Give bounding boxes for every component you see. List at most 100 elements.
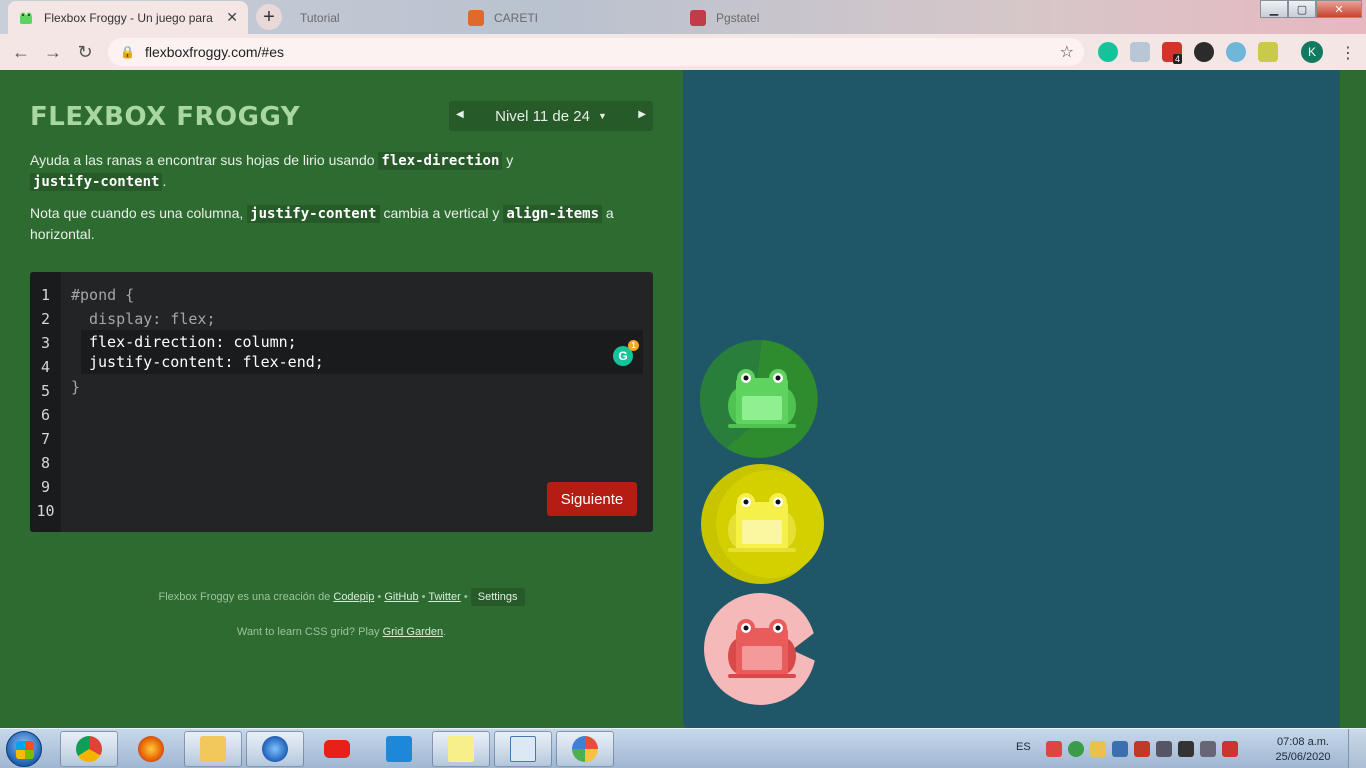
tab-title: Flexbox Froggy - Un juego para a	[44, 10, 214, 25]
close-tab-icon[interactable]: ✕	[226, 9, 238, 26]
address-bar[interactable]: 🔒 flexboxfroggy.com/#es ☆	[108, 38, 1084, 66]
code-line: display: flex;	[71, 310, 216, 328]
tab-flexbox-froggy[interactable]: Flexbox Froggy - Un juego para a ✕	[8, 1, 248, 34]
start-button[interactable]	[6, 731, 42, 767]
youtube-taskbar-button[interactable]	[308, 731, 366, 767]
clock-time: 07:08 a.m.	[1277, 736, 1329, 748]
instruction-paragraph-1: Ayuda a las ranas a encontrar sus hojas …	[30, 150, 650, 192]
credits-footer: Flexbox Froggy es una creación de Codepi…	[0, 588, 683, 606]
grammarly-count-badge: 1	[628, 340, 639, 351]
grammarly-extension-icon[interactable]	[1098, 42, 1118, 62]
chrome-taskbar-button[interactable]	[60, 731, 118, 767]
paint-taskbar-button[interactable]	[556, 731, 614, 767]
system-clock[interactable]: 07:08 a.m. 25/06/2020	[1270, 735, 1336, 765]
separator: •	[421, 591, 426, 603]
tray-chrome-icon[interactable]	[1068, 741, 1084, 757]
tab-pgstatel[interactable]: Pgstatel	[680, 1, 890, 34]
code-input-line[interactable]: flex-direction: column;	[89, 333, 297, 351]
action-center-icon[interactable]	[1222, 741, 1238, 757]
browser-tab-strip: Flexbox Froggy - Un juego para a ✕ + Tut…	[0, 0, 1366, 34]
promo-text: .	[443, 626, 447, 638]
line-number: 2	[40, 310, 51, 328]
twitter-link[interactable]: Twitter	[428, 591, 460, 603]
forward-arrow-icon[interactable]: →	[38, 37, 68, 67]
level-selector[interactable]: ◀ Nivel 11 de 24 ▼ ▶	[449, 101, 653, 131]
reload-icon[interactable]: ↻	[70, 37, 100, 67]
line-number: 5	[40, 382, 51, 400]
pond-border	[1340, 70, 1366, 728]
firefox-taskbar-button[interactable]	[122, 731, 180, 767]
frog-favicon-icon	[20, 12, 32, 24]
tray-network-icon[interactable]	[1112, 741, 1128, 757]
tab-careti[interactable]: CARETI	[458, 1, 668, 34]
code-term: flex-direction	[378, 152, 503, 170]
clock-date: 25/06/2020	[1275, 751, 1331, 763]
line-number-gutter: 1 2 3 4 5 6 7 8 9 10	[30, 272, 61, 532]
minimize-button[interactable]: ▁	[1260, 0, 1288, 18]
grammarly-icon[interactable]: G 1	[613, 340, 639, 366]
vscode-taskbar-button[interactable]	[370, 731, 428, 767]
yellow-frog	[728, 493, 796, 552]
new-tab-button[interactable]: +	[256, 4, 282, 30]
explorer-taskbar-button[interactable]	[184, 731, 242, 767]
browser-menu-icon[interactable]: ⋮	[1340, 43, 1356, 63]
grammarly-letter: G	[618, 349, 628, 363]
next-level-icon[interactable]: ▶	[638, 109, 646, 120]
line-number: 9	[40, 478, 51, 496]
green-frog	[728, 369, 796, 428]
promo-text: Want to learn CSS grid? Play	[236, 626, 380, 638]
folder-icon	[200, 736, 226, 762]
windows-logo-icon	[16, 741, 34, 759]
code-input[interactable]: flex-direction: column; justify-content:…	[81, 330, 643, 374]
eye-extension-icon[interactable]	[1226, 42, 1246, 62]
extension-icon[interactable]	[1258, 42, 1278, 62]
code-term: justify-content	[30, 173, 163, 191]
grid-garden-promo: Want to learn CSS grid? Play Grid Garden…	[0, 626, 683, 638]
next-level-button[interactable]: Siguiente	[547, 482, 637, 516]
paint-palette-icon	[572, 736, 598, 762]
instruction-text: Nota que cuando es una columna,	[30, 205, 248, 221]
close-window-button[interactable]: ✕	[1316, 0, 1362, 18]
code-line: #pond {	[71, 286, 135, 304]
speaker-icon[interactable]	[1200, 741, 1216, 757]
url-text: flexboxfroggy.com/#es	[144, 44, 284, 60]
line-number: 7	[40, 430, 51, 448]
maximize-button[interactable]: ▢	[1288, 0, 1316, 18]
code-term: justify-content	[247, 205, 380, 223]
tray-folder-icon[interactable]	[1090, 741, 1106, 757]
level-label[interactable]: Nivel 11 de 24	[495, 108, 590, 125]
chrome-icon	[76, 736, 102, 762]
signal-bars-icon[interactable]	[1156, 741, 1172, 757]
wordpad-taskbar-button[interactable]	[494, 731, 552, 767]
prev-level-icon[interactable]: ◀	[456, 109, 464, 120]
grid-garden-link[interactable]: Grid Garden	[383, 626, 444, 638]
notes-taskbar-button[interactable]	[432, 731, 490, 767]
bookmark-star-icon[interactable]: ☆	[1060, 42, 1074, 62]
window-controls: ▁ ▢ ✕	[1260, 0, 1362, 18]
code-line: }	[71, 378, 81, 396]
tray-app-icon[interactable]	[1178, 741, 1194, 757]
extension-icon[interactable]	[1130, 42, 1150, 62]
show-desktop-button[interactable]	[1348, 729, 1366, 768]
lock-icon: 🔒	[120, 45, 135, 59]
firefox-icon	[138, 736, 164, 762]
codepip-link[interactable]: Codepip	[333, 591, 374, 603]
css-editor: 1 2 3 4 5 6 7 8 9 10 #pond { display: fl…	[30, 272, 653, 532]
tray-app-icon[interactable]	[1046, 741, 1062, 757]
settings-button[interactable]: Settings	[470, 588, 525, 606]
sticky-notes-icon	[448, 736, 474, 762]
thunderbird-taskbar-button[interactable]	[246, 731, 304, 767]
thunderbird-icon	[262, 736, 288, 762]
line-number: 4	[40, 358, 51, 376]
github-link[interactable]: GitHub	[384, 591, 418, 603]
incognito-extension-icon[interactable]	[1194, 42, 1214, 62]
code-input-line[interactable]: justify-content: flex-end;	[89, 353, 324, 371]
language-indicator[interactable]: ES	[1016, 741, 1031, 753]
tray-app-icon[interactable]	[1134, 741, 1150, 757]
profile-avatar[interactable]: K	[1301, 41, 1323, 63]
wordpad-icon	[510, 736, 536, 762]
code-term: align-items	[503, 205, 603, 223]
back-arrow-icon[interactable]: ←	[6, 37, 36, 67]
tab-tutorial[interactable]: Tutorial	[290, 1, 450, 34]
chevron-down-icon[interactable]: ▼	[598, 111, 607, 121]
